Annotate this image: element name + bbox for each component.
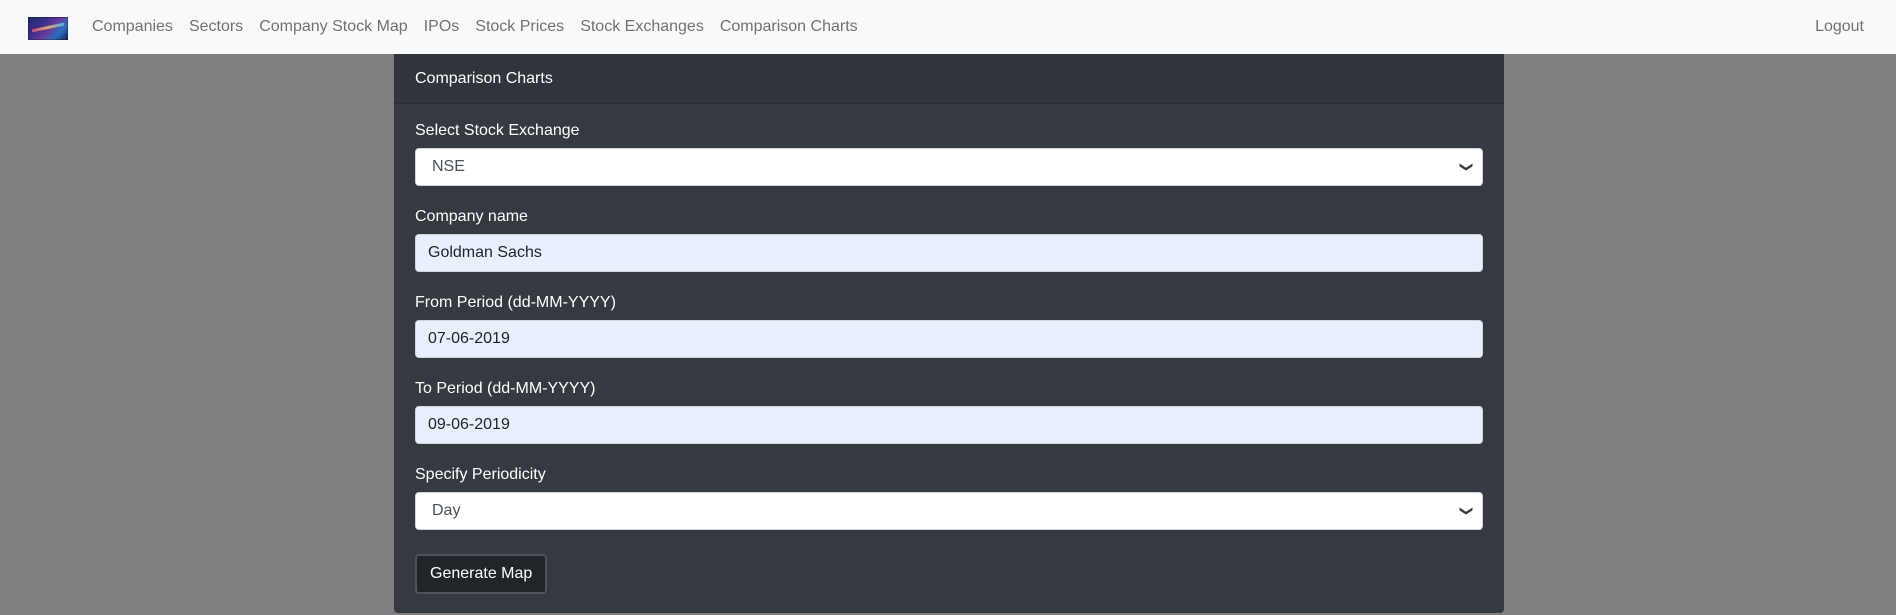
chevron-down-icon: ❯ [1459, 161, 1475, 173]
generate-map-button[interactable]: Generate Map [415, 554, 548, 594]
exchange-select[interactable]: NSE ❯ [415, 148, 1483, 186]
nav-link-ipos[interactable]: IPOs [424, 18, 460, 36]
nav-link-companies[interactable]: Companies [92, 18, 173, 36]
nav-links: Companies Sectors Company Stock Map IPOs… [92, 0, 874, 54]
to-period-label: To Period (dd-MM-YYYY) [415, 380, 596, 397]
nav-link-stock-exchanges[interactable]: Stock Exchanges [580, 18, 704, 36]
company-label: Company name [415, 208, 528, 225]
periodicity-label: Specify Periodicity [415, 466, 546, 483]
card-title: Comparison Charts [394, 54, 1504, 104]
logout-link[interactable]: Logout [1815, 0, 1864, 54]
chevron-down-icon: ❯ [1459, 505, 1475, 517]
top-navbar: Companies Sectors Company Stock Map IPOs… [0, 0, 1896, 54]
from-period-label: From Period (dd-MM-YYYY) [415, 294, 616, 311]
periodicity-select-value: Day [432, 502, 461, 519]
nav-link-sectors[interactable]: Sectors [189, 18, 243, 36]
exchange-label: Select Stock Exchange [415, 122, 580, 139]
to-period-input[interactable]: 09-06-2019 [415, 406, 1483, 444]
brand-logo[interactable] [28, 17, 68, 40]
periodicity-select[interactable]: Day ❯ [415, 492, 1483, 530]
exchange-select-value: NSE [432, 158, 465, 175]
nav-link-company-stock-map[interactable]: Company Stock Map [259, 18, 408, 36]
company-name-input[interactable]: Goldman Sachs [415, 234, 1483, 272]
nav-link-stock-prices[interactable]: Stock Prices [475, 18, 564, 36]
from-period-input[interactable]: 07-06-2019 [415, 320, 1483, 358]
comparison-charts-card: Comparison Charts Select Stock Exchange … [394, 54, 1504, 613]
nav-link-comparison-charts[interactable]: Comparison Charts [720, 18, 858, 36]
